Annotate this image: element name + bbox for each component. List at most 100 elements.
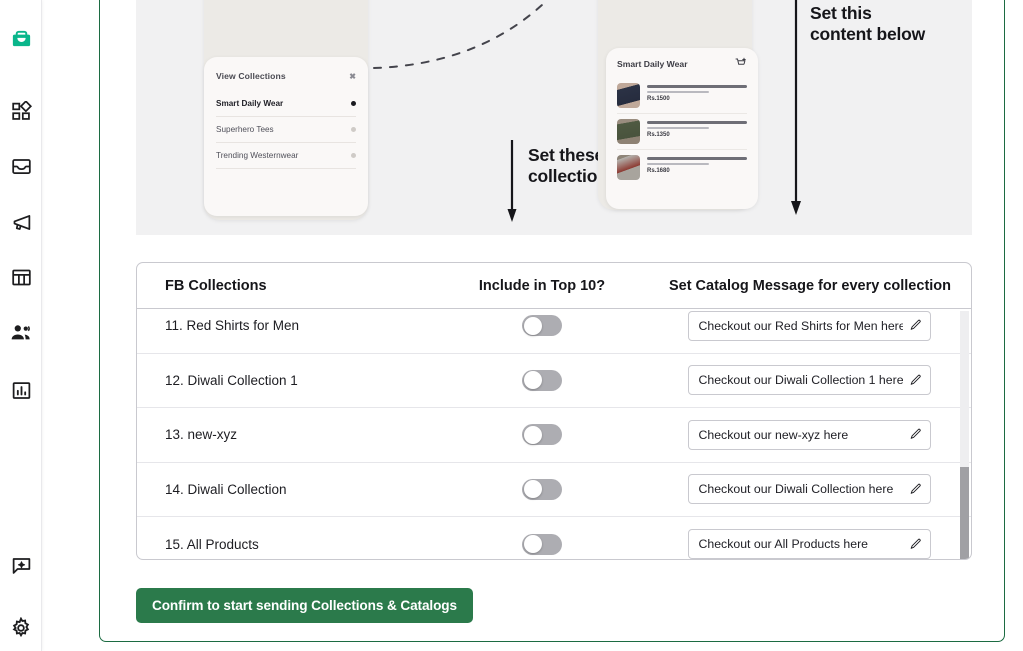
include-toggle-cell	[417, 315, 667, 337]
instruction-banner: View Collections View Collections ✖ Smar…	[136, 0, 972, 235]
product-info: Rs.1500	[647, 83, 747, 102]
collection-name: 15. All Products	[165, 536, 259, 552]
catalog-card-header: Smart Daily Wear	[617, 57, 747, 78]
include-toggle[interactable]	[522, 478, 562, 500]
catalog-message-value: Checkout our Diwali Collection 1 here	[698, 373, 903, 388]
product-thumbnail	[617, 119, 640, 144]
column-header-collections: FB Collections	[165, 277, 267, 294]
product-thumbnail	[617, 83, 640, 108]
catalog-message-value: Checkout our All Products here	[698, 537, 869, 552]
collection-option-row[interactable]: Smart Daily Wear	[216, 91, 356, 117]
radio-unselected-icon	[351, 127, 356, 132]
toggle-knob	[523, 371, 542, 390]
catalog-message-cell: Checkout our Diwali Collection here	[667, 474, 971, 505]
pencil-icon[interactable]	[909, 538, 922, 551]
table-scrollbar[interactable]	[960, 311, 969, 559]
product-info: Rs.1680	[647, 155, 747, 174]
include-toggle-cell	[417, 533, 667, 555]
catalog-item: Rs.1350	[617, 114, 747, 150]
app-root: View Collections View Collections ✖ Smar…	[0, 0, 1023, 651]
toggle-knob	[523, 316, 542, 335]
include-toggle-cell	[417, 478, 667, 500]
collection-option-label: Smart Daily Wear	[216, 99, 284, 108]
collection-option-row[interactable]: Trending Westernwear	[216, 143, 356, 169]
catalog-message-cell: Checkout our Diwali Collection 1 here	[667, 365, 971, 396]
right-annotation-text: Set this content below	[810, 3, 926, 44]
include-toggle[interactable]	[522, 369, 562, 391]
collections-picker-header: View Collections ✖	[216, 67, 356, 91]
product-info: Rs.1350	[647, 119, 747, 138]
catalog-card-title: Smart Daily Wear	[617, 59, 688, 69]
catalog-message-cell: Checkout our new-xyz here	[667, 419, 971, 450]
shopping-bag-icon	[10, 27, 33, 50]
radio-unselected-icon	[351, 153, 356, 158]
product-thumbnail	[617, 155, 640, 180]
include-toggle[interactable]	[522, 424, 562, 446]
pencil-icon[interactable]	[909, 319, 922, 332]
catalog-message-input[interactable]: Checkout our Red Shirts for Men here	[687, 310, 931, 341]
catalog-message-input[interactable]: Checkout our All Products here	[687, 529, 931, 559]
left-annotation-arrow	[507, 140, 517, 222]
placeholder-bar	[647, 90, 709, 93]
toggle-knob	[523, 425, 542, 444]
placeholder-bar	[647, 121, 747, 124]
inbox-tray-icon	[11, 156, 32, 177]
catalog-message-input[interactable]: Checkout our Diwali Collection here	[687, 474, 931, 505]
catalog-message-input[interactable]: Checkout our new-xyz here	[687, 419, 931, 450]
table-body-scroll-area[interactable]: 11. Red Shirts for Men Checkout our Red …	[137, 309, 971, 559]
gear-icon	[10, 617, 32, 639]
catalog-message-value: Checkout our Diwali Collection here	[698, 482, 894, 497]
sidebar-item-analytics[interactable]	[6, 375, 36, 405]
include-toggle-cell	[417, 424, 667, 446]
collections-picker-card: View Collections ✖ Smart Daily Wear Supe…	[204, 57, 368, 216]
placeholder-bar	[647, 162, 709, 165]
catalog-item: Rs.1500	[617, 78, 747, 114]
right-annotation-arrow	[791, 0, 801, 215]
toggle-knob	[523, 480, 542, 499]
catalog-message-input[interactable]: Checkout our Diwali Collection 1 here	[687, 365, 931, 396]
sidebar-item-dashboard[interactable]	[6, 96, 36, 126]
table-row: 12. Diwali Collection 1 Checkout our Diw…	[137, 354, 971, 408]
collection-option-label: Trending Westernwear	[216, 151, 299, 160]
megaphone-icon	[11, 212, 32, 233]
include-toggle[interactable]	[522, 533, 562, 555]
collection-option-row[interactable]: Superhero Tees	[216, 117, 356, 143]
dashboard-grid-icon	[11, 100, 32, 122]
include-toggle[interactable]	[522, 315, 562, 337]
sidebar-item-templates[interactable]	[6, 262, 36, 292]
sidebar-item-brand-logo[interactable]	[6, 23, 36, 53]
pencil-icon[interactable]	[909, 374, 922, 387]
collection-name: 12. Diwali Collection 1	[165, 372, 298, 388]
table-row: 11. Red Shirts for Men Checkout our Red …	[137, 309, 971, 354]
close-icon[interactable]: ✖	[349, 72, 356, 81]
sidebar-item-campaigns[interactable]	[6, 207, 36, 237]
collection-name: 14. Diwali Collection	[165, 481, 287, 497]
left-sidebar	[0, 0, 42, 651]
table-body: 11. Red Shirts for Men Checkout our Red …	[137, 309, 971, 559]
cart-plus-icon	[735, 57, 747, 71]
radio-selected-icon	[351, 101, 356, 106]
sidebar-item-contacts[interactable]	[6, 318, 36, 348]
pencil-icon[interactable]	[909, 428, 922, 441]
placeholder-bar	[647, 126, 709, 129]
dotted-connector	[373, 0, 549, 69]
product-price: Rs.1500	[647, 95, 670, 102]
include-toggle-cell	[417, 369, 667, 391]
column-header-message: Set Catalog Message for every collection	[668, 277, 952, 294]
sidebar-item-inbox[interactable]	[6, 151, 36, 181]
catalog-message-cell: Checkout our All Products here	[667, 529, 971, 559]
product-price: Rs.1680	[647, 167, 670, 174]
table-row: 14. Diwali Collection Checkout our Diwal…	[137, 463, 971, 517]
catalog-message-value: Checkout our new-xyz here	[698, 427, 849, 442]
sidebar-item-settings[interactable]	[6, 613, 36, 643]
catalog-message-cell: Checkout our Red Shirts for Men here	[667, 310, 971, 341]
collections-table-card: FB Collections Include in Top 10? Set Ca…	[136, 262, 972, 560]
pencil-icon[interactable]	[909, 483, 922, 496]
table-row: 15. All Products Checkout our All Produc…	[137, 517, 971, 559]
confirm-button[interactable]: Confirm to start sending Collections & C…	[136, 588, 473, 623]
catalog-item: Rs.1680	[617, 150, 747, 185]
table-scrollbar-thumb[interactable]	[960, 467, 969, 559]
sidebar-item-feedback[interactable]	[6, 550, 36, 580]
toggle-knob	[523, 535, 542, 554]
collection-name: 11. Red Shirts for Men	[165, 318, 300, 334]
